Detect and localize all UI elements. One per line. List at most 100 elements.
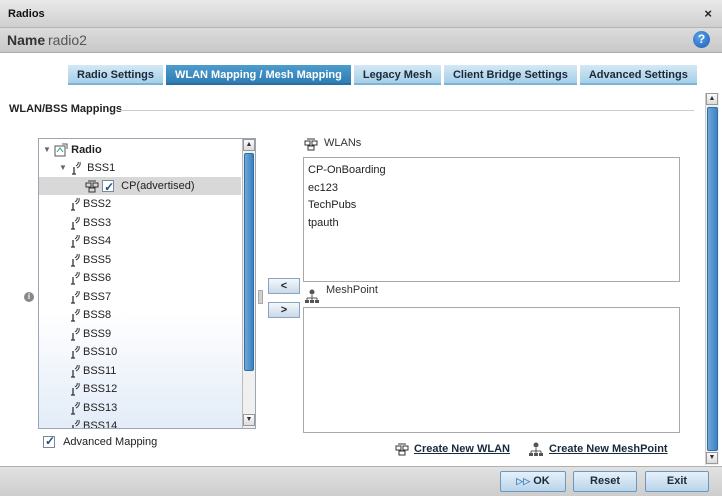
meshpoint-icon — [528, 441, 544, 457]
scroll-up-icon[interactable]: ▲ — [706, 93, 718, 105]
tree-node-bss[interactable]: BSS6 — [69, 269, 111, 287]
info-icon[interactable]: i — [24, 292, 34, 302]
antenna-icon — [69, 271, 83, 285]
name-value: radio2 — [48, 32, 87, 48]
tree-node-bss[interactable]: BSS2 — [69, 195, 111, 213]
tree-label-bss: BSS7 — [83, 290, 112, 303]
wlan-icon — [85, 179, 99, 193]
tree-node-bss[interactable]: BSS13 — [69, 399, 117, 417]
tree-label-bss: BSS13 — [83, 401, 118, 414]
antenna-icon — [69, 345, 83, 359]
wlans-label: WLANs — [324, 137, 362, 149]
tab-advanced-settings[interactable]: Advanced Settings — [579, 65, 697, 85]
antenna-icon — [69, 234, 83, 248]
ok-button[interactable]: ▷▷ OK — [500, 471, 566, 492]
dialog-title: Radios — [8, 8, 45, 20]
tree-label-bss: BSS8 — [83, 309, 112, 321]
list-item[interactable]: CP-OnBoarding — [308, 164, 386, 176]
tree-label-bss: BSS9 — [83, 327, 112, 340]
scroll-down-icon[interactable]: ▼ — [706, 452, 718, 464]
dialog-scrollbar[interactable]: ▲ ▼ — [705, 93, 719, 465]
reset-button[interactable]: Reset — [573, 471, 637, 492]
expand-arrow-icon[interactable]: ▼ — [59, 159, 67, 177]
tree-node-bss[interactable]: BSS11 — [69, 362, 116, 380]
tab-radio-settings[interactable]: Radio Settings — [68, 65, 164, 85]
scroll-down-icon[interactable]: ▼ — [243, 414, 255, 426]
tree-node-bss[interactable]: BSS7 — [69, 288, 111, 306]
meshpoint-label: MeshPoint — [326, 284, 378, 296]
dialog-scroll-thumb[interactable] — [707, 107, 718, 451]
bss-tree[interactable]: ▼ Radio ▼ BSS1 CP(advertised) BSS2 BSS3 … — [38, 138, 256, 429]
tree-node-bss[interactable]: BSS9 — [69, 325, 111, 343]
list-item[interactable]: TechPubs — [308, 199, 356, 211]
antenna-icon — [69, 197, 83, 211]
tab-wlan-mesh-mapping[interactable]: WLAN Mapping / Mesh Mapping — [166, 65, 351, 85]
section-divider — [120, 110, 694, 111]
tree-label-radio: Radio — [71, 144, 102, 156]
tree-label-bss: BSS12 — [83, 383, 118, 395]
antenna-icon — [69, 253, 83, 267]
tree-node-bss[interactable]: BSS5 — [69, 251, 111, 269]
tree-node-bss[interactable]: BSS12 — [69, 380, 117, 398]
list-item[interactable]: ec123 — [308, 182, 338, 194]
tab-client-bridge-settings[interactable]: Client Bridge Settings — [443, 65, 577, 85]
tab-legacy-mesh[interactable]: Legacy Mesh — [353, 65, 441, 85]
dialog-titlebar: Radios × — [0, 0, 722, 28]
tree-label-bss: BSS5 — [83, 253, 112, 266]
tree-node-radio[interactable]: ▼ Radio — [43, 141, 102, 159]
panel-splitter[interactable] — [258, 290, 263, 304]
antenna-icon — [70, 161, 84, 175]
help-icon[interactable]: ? — [693, 31, 710, 48]
name-label: Name — [7, 32, 46, 48]
radio-icon — [54, 143, 68, 157]
antenna-icon — [69, 382, 83, 396]
tree-label-bss: BSS6 — [83, 272, 112, 284]
advanced-mapping-checkbox[interactable] — [43, 434, 55, 449]
wlan-icon — [304, 137, 318, 151]
create-new-wlan-link[interactable]: Create New WLAN — [414, 443, 510, 455]
antenna-icon — [69, 419, 83, 428]
tree-label-bss: BSS2 — [83, 198, 112, 210]
antenna-icon — [69, 327, 83, 341]
tree-label-bss: BSS11 — [83, 364, 117, 377]
tree-node-wlan-cp[interactable]: CP(advertised) — [39, 177, 241, 196]
meshpoint-list[interactable] — [303, 307, 680, 433]
tree-scroll-thumb[interactable] — [244, 153, 254, 371]
expand-arrow-icon[interactable]: ▼ — [43, 141, 51, 159]
wlans-list[interactable]: CP-OnBoarding ec123 TechPubs tpauth — [303, 157, 680, 282]
tree-node-bss[interactable]: BSS8 — [69, 306, 111, 324]
tree-label-bss1: BSS1 — [87, 162, 116, 174]
wlan-checkbox[interactable] — [102, 178, 114, 196]
scroll-up-icon[interactable]: ▲ — [243, 139, 255, 151]
move-right-button[interactable]: > — [268, 302, 300, 318]
tree-label-bss: BSS3 — [83, 216, 112, 229]
tree-node-bss[interactable]: BSS14 — [69, 417, 117, 428]
tab-bar: Radio Settings WLAN Mapping / Mesh Mappi… — [68, 65, 697, 85]
antenna-icon — [69, 401, 83, 415]
create-new-meshpoint-link[interactable]: Create New MeshPoint — [549, 443, 668, 455]
ok-label: OK — [533, 475, 550, 487]
advanced-mapping-row: Advanced Mapping — [43, 434, 158, 449]
tree-label-wlan: CP(advertised) — [121, 180, 195, 192]
name-bar: Name radio2 ? — [0, 28, 722, 53]
close-icon[interactable]: × — [704, 6, 712, 21]
dialog-footer: ▷▷ OK Reset Exit — [0, 466, 722, 496]
advanced-mapping-label: Advanced Mapping — [63, 436, 158, 448]
exit-button[interactable]: Exit — [645, 471, 709, 492]
antenna-icon — [69, 290, 83, 304]
tree-node-bss[interactable]: BSS3 — [69, 214, 111, 232]
antenna-icon — [69, 364, 83, 378]
tree-node-bss[interactable]: BSS10 — [69, 343, 117, 361]
tree-node-bss[interactable]: BSS4 — [69, 232, 111, 250]
tree-label-bss: BSS10 — [83, 346, 118, 358]
list-item[interactable]: tpauth — [308, 217, 339, 229]
section-title: WLAN/BSS Mappings — [9, 103, 123, 115]
move-left-button[interactable]: < — [268, 278, 300, 294]
tree-scrollbar[interactable]: ▲ ▼ — [242, 139, 255, 428]
meshpoint-icon — [304, 288, 320, 304]
tree-label-bss: BSS4 — [83, 235, 112, 247]
tree-node-bss1[interactable]: ▼ BSS1 — [59, 159, 115, 177]
antenna-icon — [69, 216, 83, 230]
antenna-icon — [69, 308, 83, 322]
wlan-icon — [395, 442, 409, 456]
